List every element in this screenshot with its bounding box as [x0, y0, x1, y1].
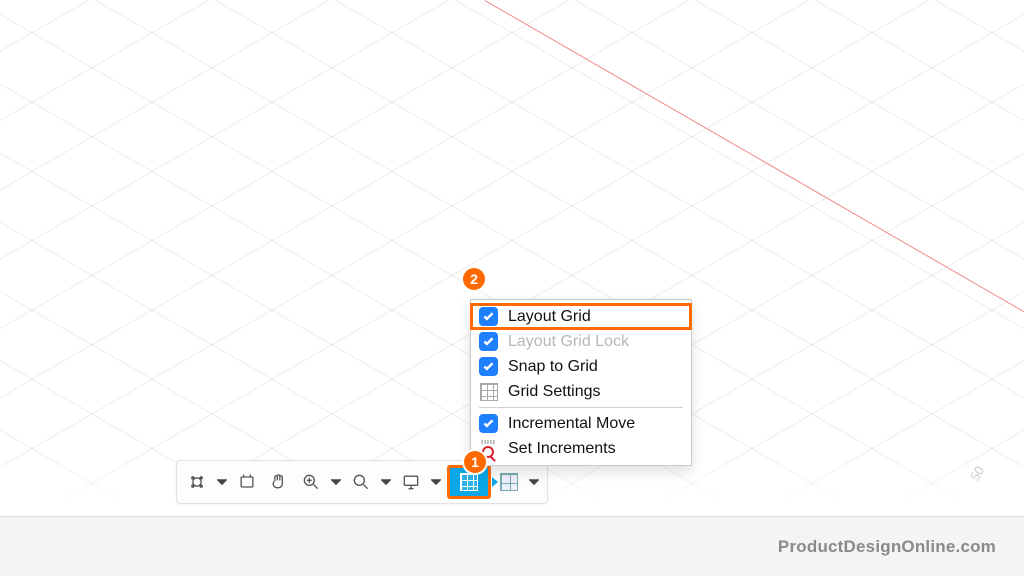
checkbox-checked-icon — [479, 332, 498, 351]
fit-button[interactable] — [347, 468, 375, 496]
orbit-button[interactable] — [183, 468, 211, 496]
checkbox-checked-icon — [479, 414, 498, 433]
zoom-button[interactable] — [297, 468, 325, 496]
menu-item-label: Layout Grid — [508, 308, 591, 326]
menu-item-snap-to-grid[interactable]: Snap to Grid — [471, 354, 691, 379]
orbit-dropdown-caret[interactable] — [215, 468, 229, 496]
zoom-dropdown-caret[interactable] — [329, 468, 343, 496]
menu-item-label: Incremental Move — [508, 415, 635, 433]
display-dropdown-caret[interactable] — [429, 468, 443, 496]
menu-item-set-increments[interactable]: ııııı Set Increments — [471, 436, 691, 461]
fit-dropdown-caret[interactable] — [379, 468, 393, 496]
viewports-button[interactable] — [495, 468, 523, 496]
menu-item-label: Grid Settings — [508, 383, 600, 401]
pan-button[interactable] — [265, 468, 293, 496]
callout-badge-1: 1 — [464, 451, 486, 473]
menu-item-incremental-move[interactable]: Incremental Move — [471, 411, 691, 436]
menu-item-label: Set Increments — [508, 440, 616, 458]
menu-item-label: Snap to Grid — [508, 358, 598, 376]
grid-settings-popup: Layout Grid Layout Grid Lock Snap to Gri… — [470, 299, 692, 466]
display-settings-button[interactable] — [397, 468, 425, 496]
footer-credit: ProductDesignOnline.com — [778, 537, 996, 557]
menu-item-layout-grid-lock: Layout Grid Lock — [471, 329, 691, 354]
viewport-icon — [500, 473, 518, 491]
footer: ProductDesignOnline.com — [0, 516, 1024, 576]
checkbox-checked-icon — [479, 307, 498, 326]
grid-icon — [479, 382, 498, 401]
viewports-dropdown-caret[interactable] — [527, 468, 541, 496]
menu-separator — [479, 407, 683, 408]
callout-badge-2: 2 — [463, 268, 485, 290]
menu-item-label: Layout Grid Lock — [508, 333, 629, 351]
menu-item-grid-settings[interactable]: Grid Settings — [471, 379, 691, 404]
menu-item-layout-grid[interactable]: Layout Grid — [471, 304, 691, 329]
grid-icon — [460, 473, 478, 491]
navigation-bar — [176, 460, 548, 504]
checkbox-checked-icon — [479, 357, 498, 376]
look-at-button[interactable] — [233, 468, 261, 496]
